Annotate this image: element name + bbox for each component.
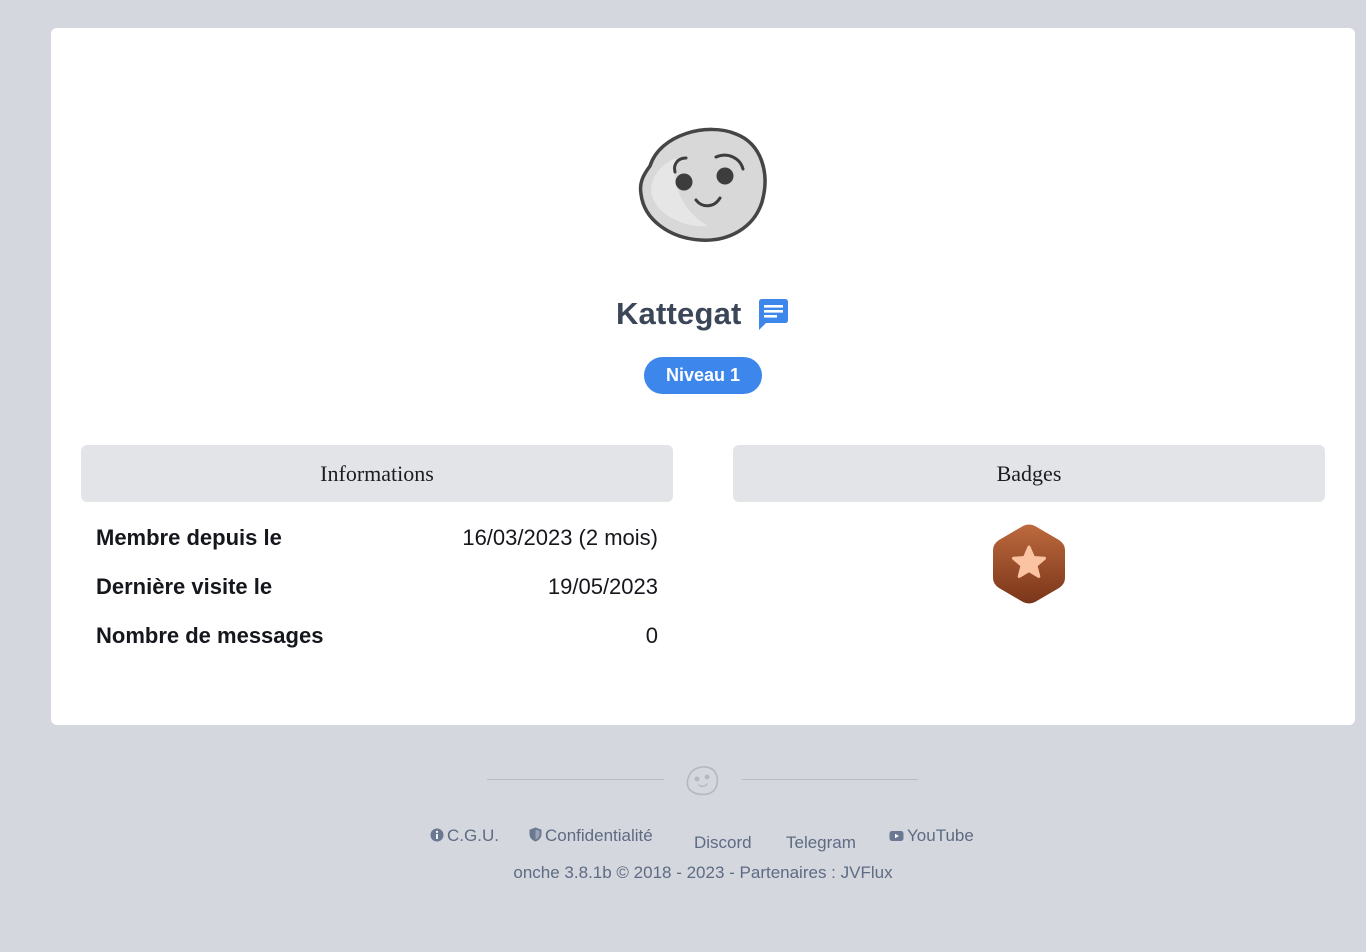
onche-logo-icon	[686, 766, 719, 796]
footer-link-label: YouTube	[907, 826, 974, 845]
info-label: Nombre de messages	[96, 623, 324, 648]
partner-link-jvflux[interactable]: JVFlux	[841, 863, 893, 882]
info-row-member-since: Membre depuis le 16/03/2023 (2 mois)	[96, 525, 658, 555]
footer-link-discord[interactable]: Discord	[694, 833, 752, 853]
profile-card: Kattegat Niveau 1 Informations Badges Me…	[51, 28, 1355, 725]
badges-header: Badges	[733, 445, 1325, 502]
footer-link-confidentialite[interactable]: Confidentialité	[529, 826, 653, 846]
informations-header: Informations	[81, 445, 673, 502]
footer-link-label: C.G.U.	[447, 826, 499, 845]
footer-link-youtube[interactable]: YouTube	[889, 826, 974, 846]
footer-links: C.G.U. Confidentialité Discord Telegram …	[0, 824, 1366, 854]
bronze-star-badge-icon[interactable]	[992, 523, 1066, 605]
info-label: Membre depuis le	[96, 525, 282, 550]
info-value: 19/05/2023	[547, 574, 658, 599]
footer-divider-left	[487, 779, 664, 780]
youtube-icon	[889, 831, 904, 841]
smiley-avatar-icon	[638, 127, 767, 242]
username: Kattegat	[615, 296, 742, 331]
footer-divider-right	[742, 779, 918, 780]
footer-copyright: onche 3.8.1b © 2018 - 2023 - Partenaires…	[0, 863, 1366, 883]
copyright-text: onche 3.8.1b © 2018 - 2023 - Partenaires…	[513, 863, 841, 882]
level-badge: Niveau 1	[644, 357, 762, 394]
chat-message-icon[interactable]	[756, 297, 790, 331]
shield-icon	[529, 827, 542, 842]
info-row-last-visit: Dernière visite le 19/05/2023	[96, 574, 658, 604]
info-label: Dernière visite le	[96, 574, 273, 599]
footer-link-label: Confidentialité	[545, 826, 653, 845]
footer-link-telegram[interactable]: Telegram	[786, 833, 856, 853]
info-value: 0	[645, 623, 658, 648]
profile-name-row: Kattegat	[51, 296, 1355, 336]
info-row-message-count: Nombre de messages 0	[96, 623, 658, 653]
footer-link-cgu[interactable]: C.G.U.	[430, 826, 499, 846]
info-icon	[430, 828, 444, 842]
info-value: 16/03/2023 (2 mois)	[462, 525, 658, 550]
